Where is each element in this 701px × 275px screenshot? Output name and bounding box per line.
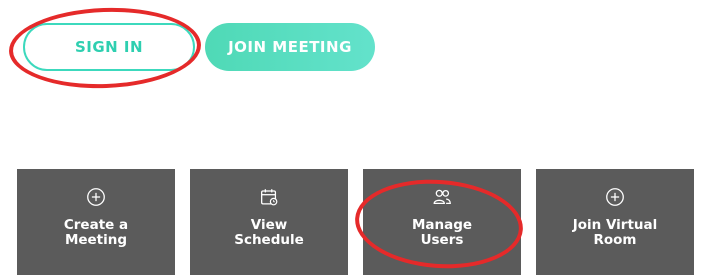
tile-label: View Schedule	[234, 217, 304, 248]
tile-label: Create a Meeting	[63, 217, 129, 248]
plus-circle-icon	[606, 188, 624, 206]
manage-users-tile[interactable]: Manage Users	[363, 169, 521, 275]
join-virtual-room-tile[interactable]: Join Virtual Room	[536, 169, 694, 275]
create-meeting-tile[interactable]: Create a Meeting	[17, 169, 175, 275]
tile-label: Manage Users	[411, 217, 473, 248]
plus-circle-icon	[87, 188, 105, 206]
view-schedule-tile[interactable]: View Schedule	[190, 169, 348, 275]
calendar-icon	[261, 189, 278, 206]
sign-in-button[interactable]: SIGN IN	[23, 23, 195, 71]
users-icon	[433, 189, 451, 205]
join-meeting-button[interactable]: JOIN MEETING	[205, 23, 375, 71]
tile-label: Join Virtual Room	[572, 217, 658, 248]
